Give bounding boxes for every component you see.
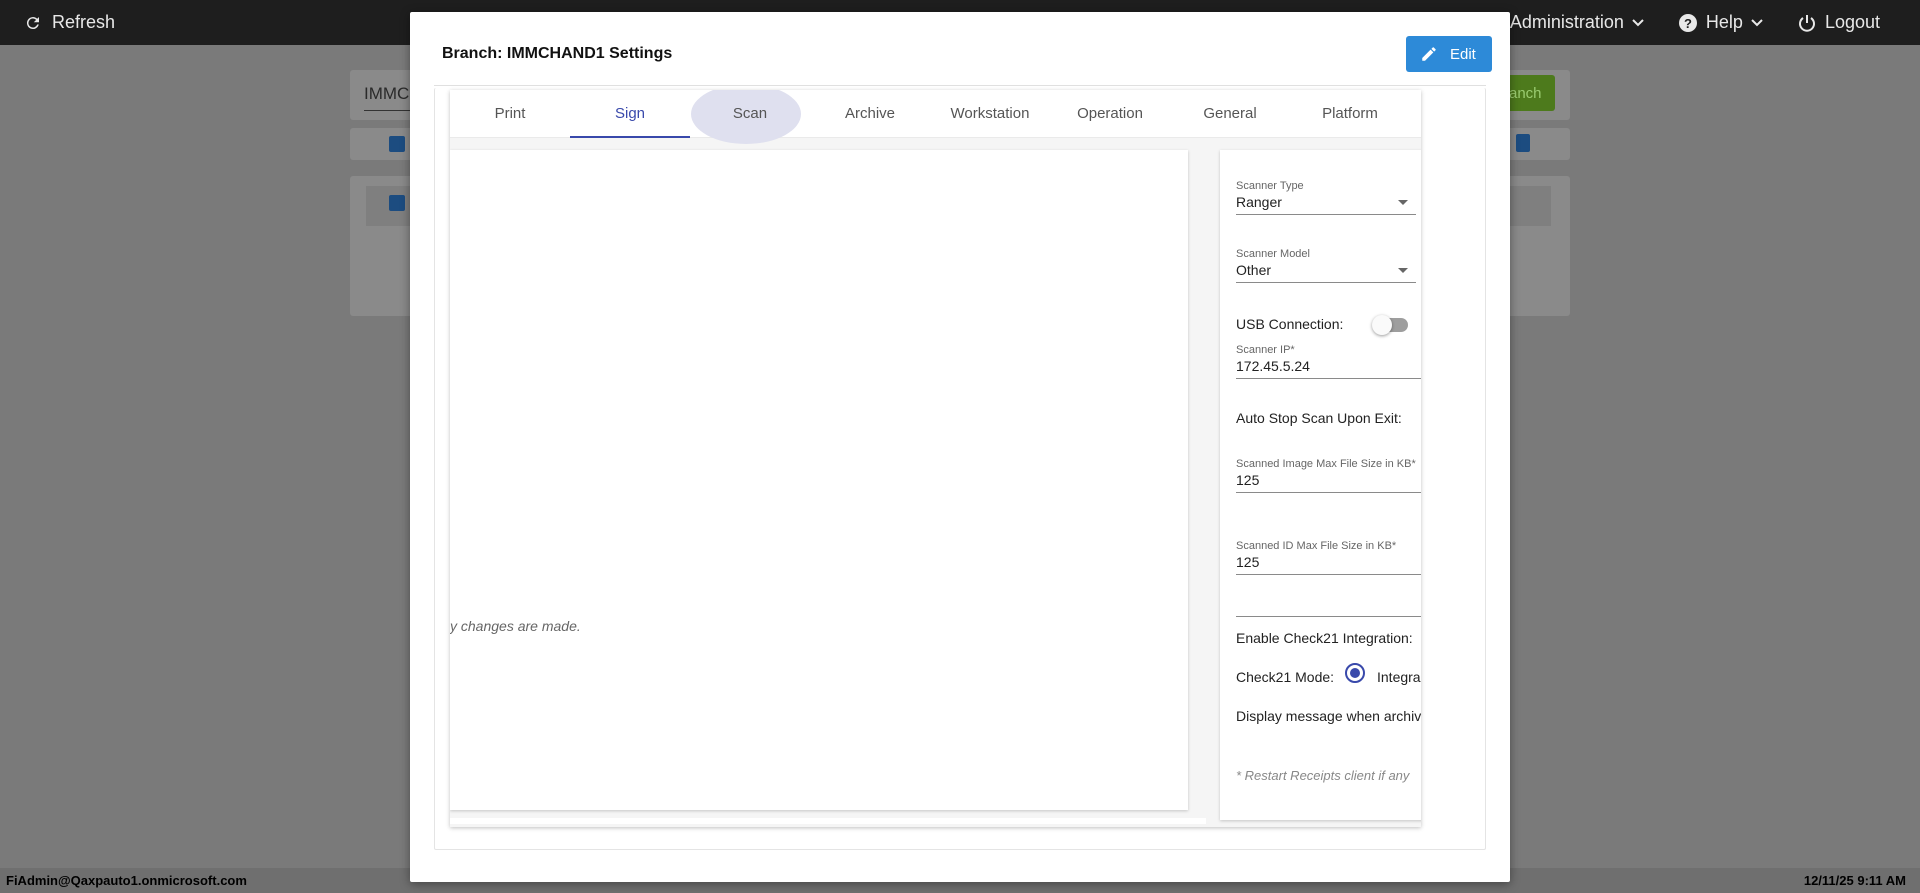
tab-scan[interactable]: Scan bbox=[690, 90, 810, 144]
tab-sign[interactable]: Sign bbox=[570, 90, 690, 138]
field-underline bbox=[1236, 492, 1421, 493]
scanner-model-select[interactable]: Scanner Model Other bbox=[1236, 248, 1416, 283]
changes-note: y changes are made. bbox=[450, 618, 581, 634]
scanner-ip-field[interactable]: Scanner IP* 172.45.5.24 bbox=[1236, 344, 1421, 379]
horizontal-scrollbar[interactable] bbox=[450, 818, 1206, 824]
refresh-icon bbox=[24, 14, 42, 32]
pencil-icon bbox=[1420, 45, 1438, 63]
tab-operation[interactable]: Operation bbox=[1050, 90, 1170, 138]
edit-button[interactable]: Edit bbox=[1406, 36, 1492, 72]
check21-integration-label: Enable Check21 Integration: bbox=[1236, 630, 1413, 646]
check21-mode-option-label: Integra bbox=[1377, 669, 1421, 685]
check21-mode-radio[interactable] bbox=[1345, 663, 1365, 683]
tab-workstation[interactable]: Workstation bbox=[930, 90, 1050, 138]
dialog-title: Branch: IMMCHAND1 Settings bbox=[442, 45, 673, 62]
scanner-type-select[interactable]: Scanner Type Ranger bbox=[1236, 180, 1416, 215]
field-underline bbox=[1236, 616, 1421, 617]
field-underline bbox=[1236, 282, 1416, 283]
tab-print[interactable]: Print bbox=[450, 90, 570, 138]
help-menu[interactable]: ? Help bbox=[1678, 12, 1763, 33]
sign-settings-card: y changes are made. bbox=[450, 150, 1188, 810]
refresh-button[interactable]: Refresh bbox=[24, 12, 115, 33]
help-label: Help bbox=[1705, 12, 1743, 32]
status-user: FiAdmin@Qaxpauto1.onmicrosoft.com bbox=[6, 873, 247, 888]
edit-label: Edit bbox=[1450, 45, 1476, 63]
field-underline bbox=[1236, 574, 1421, 575]
tab-archive[interactable]: Archive bbox=[810, 90, 930, 138]
radio-dot bbox=[1350, 668, 1360, 678]
logout-button[interactable]: Logout bbox=[1797, 12, 1880, 33]
toggle-knob bbox=[1372, 315, 1392, 335]
dropdown-caret-icon bbox=[1398, 200, 1408, 205]
field-underline bbox=[1236, 214, 1416, 215]
svg-text:?: ? bbox=[1684, 16, 1692, 31]
power-icon bbox=[1797, 13, 1817, 33]
field-underline bbox=[1236, 378, 1421, 379]
branch-search-input[interactable]: IMMCI bbox=[364, 84, 414, 104]
tab-platform[interactable]: Platform bbox=[1290, 90, 1410, 138]
display-message-label: Display message when archiv bbox=[1236, 708, 1421, 724]
administration-menu[interactable]: Administration bbox=[1510, 12, 1644, 33]
branch-settings-dialog: Branch: IMMCHAND1 Settings Edit Print Si… bbox=[410, 12, 1510, 882]
row-checkbox[interactable] bbox=[389, 195, 405, 211]
delete-icon[interactable] bbox=[1516, 134, 1530, 152]
usb-connection-label: USB Connection: bbox=[1236, 316, 1344, 332]
usb-connection-toggle[interactable] bbox=[1372, 315, 1408, 335]
chevron-down-icon bbox=[1632, 18, 1644, 27]
chevron-down-icon bbox=[1751, 18, 1763, 27]
id-max-size-field[interactable]: Scanned ID Max File Size in KB* 125 bbox=[1236, 540, 1421, 575]
status-datetime: 12/11/25 9:11 AM bbox=[1803, 873, 1906, 888]
check21-mode-label: Check21 Mode: bbox=[1236, 669, 1335, 685]
empty-field[interactable] bbox=[1236, 612, 1421, 617]
refresh-label: Refresh bbox=[52, 12, 116, 32]
settings-panel: Print Sign Scan Archive Workstation Oper… bbox=[450, 90, 1421, 827]
select-all-checkbox[interactable] bbox=[389, 136, 405, 152]
auto-stop-scan-label: Auto Stop Scan Upon Exit: bbox=[1236, 410, 1402, 426]
restart-note: * Restart Receipts client if any bbox=[1236, 768, 1410, 783]
settings-tabs: Print Sign Scan Archive Workstation Oper… bbox=[450, 90, 1421, 144]
help-icon: ? bbox=[1678, 13, 1698, 33]
image-max-size-field[interactable]: Scanned Image Max File Size in KB* 125 bbox=[1236, 458, 1421, 493]
logout-label: Logout bbox=[1824, 12, 1880, 32]
dropdown-caret-icon bbox=[1398, 268, 1408, 273]
administration-label: Administration bbox=[1509, 12, 1624, 32]
tab-general[interactable]: General bbox=[1170, 90, 1290, 138]
scan-settings-card: Scanner Type Ranger Scanner Model Other … bbox=[1220, 150, 1421, 820]
